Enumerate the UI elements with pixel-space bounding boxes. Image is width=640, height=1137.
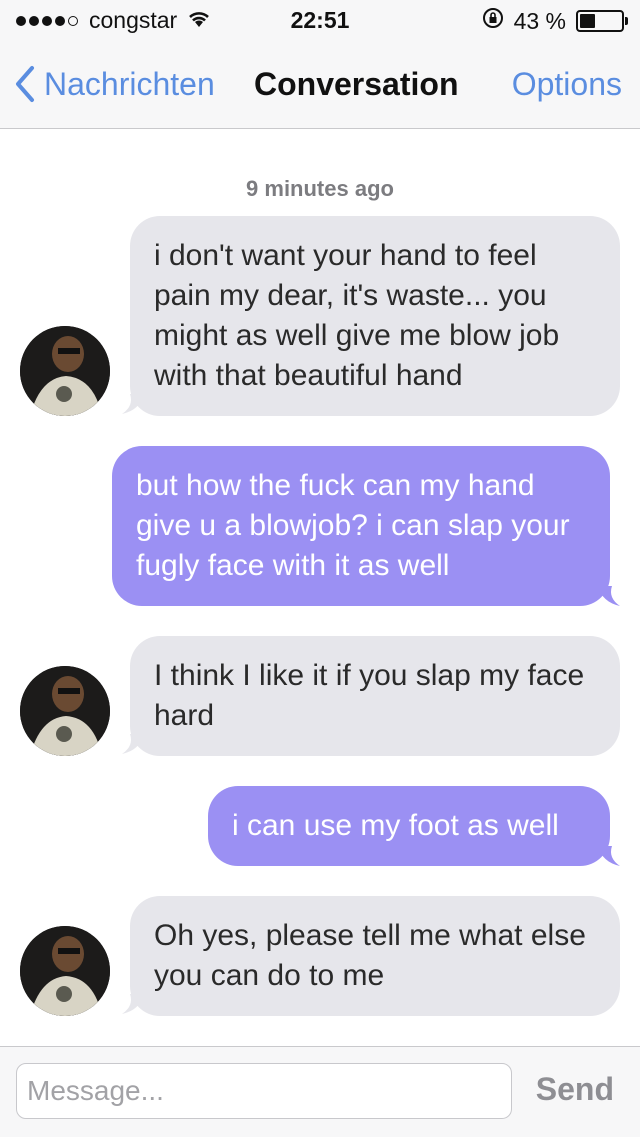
page-title: Conversation bbox=[254, 66, 459, 102]
bubble-tail bbox=[122, 994, 144, 1014]
avatar[interactable] bbox=[20, 666, 110, 756]
options-button[interactable]: Options bbox=[512, 66, 622, 103]
chevron-left-icon bbox=[16, 66, 34, 102]
message-bubble-outgoing: i can use my foot as well bbox=[208, 786, 610, 866]
navigation-bar: Nachrichten Conversation Options bbox=[0, 40, 640, 128]
bubble-tail bbox=[598, 586, 620, 606]
bubble-tail bbox=[598, 846, 620, 866]
back-label: Nachrichten bbox=[44, 65, 215, 102]
battery-percent: 43 % bbox=[513, 7, 566, 34]
battery-icon bbox=[576, 10, 628, 32]
bubble-tail bbox=[122, 734, 144, 754]
bubble-tail bbox=[122, 394, 144, 414]
send-button[interactable]: Send bbox=[536, 1071, 614, 1108]
message-text: but how the fuck can my hand give u a bl… bbox=[136, 469, 570, 582]
message-text: i can use my foot as well bbox=[232, 809, 559, 842]
status-bar: congstar 22:51 43 % bbox=[0, 0, 640, 40]
message-bubble-incoming: I think I like it if you slap my face ha… bbox=[130, 636, 620, 756]
message-bubble-outgoing: but how the fuck can my hand give u a bl… bbox=[112, 446, 610, 606]
message-bubble-incoming: i don't want your hand to feel pain my d… bbox=[130, 216, 620, 416]
avatar[interactable] bbox=[20, 326, 110, 416]
back-button[interactable]: Nachrichten bbox=[14, 64, 215, 104]
top-bar: congstar 22:51 43 % Nachrichten Conversa… bbox=[0, 0, 640, 129]
message-input[interactable] bbox=[16, 1063, 512, 1119]
message-bubble-incoming: Oh yes, please tell me what else you can… bbox=[130, 896, 620, 1016]
message-text: i don't want your hand to feel pain my d… bbox=[154, 239, 560, 392]
avatar[interactable] bbox=[20, 926, 110, 1016]
message-text: I think I like it if you slap my face ha… bbox=[154, 659, 585, 732]
status-right: 43 % bbox=[482, 7, 628, 35]
message-timestamp: 9 minutes ago bbox=[246, 176, 394, 201]
message-composer: Send bbox=[0, 1046, 640, 1137]
message-text: Oh yes, please tell me what else you can… bbox=[154, 919, 586, 992]
rotation-lock-icon bbox=[482, 7, 504, 35]
